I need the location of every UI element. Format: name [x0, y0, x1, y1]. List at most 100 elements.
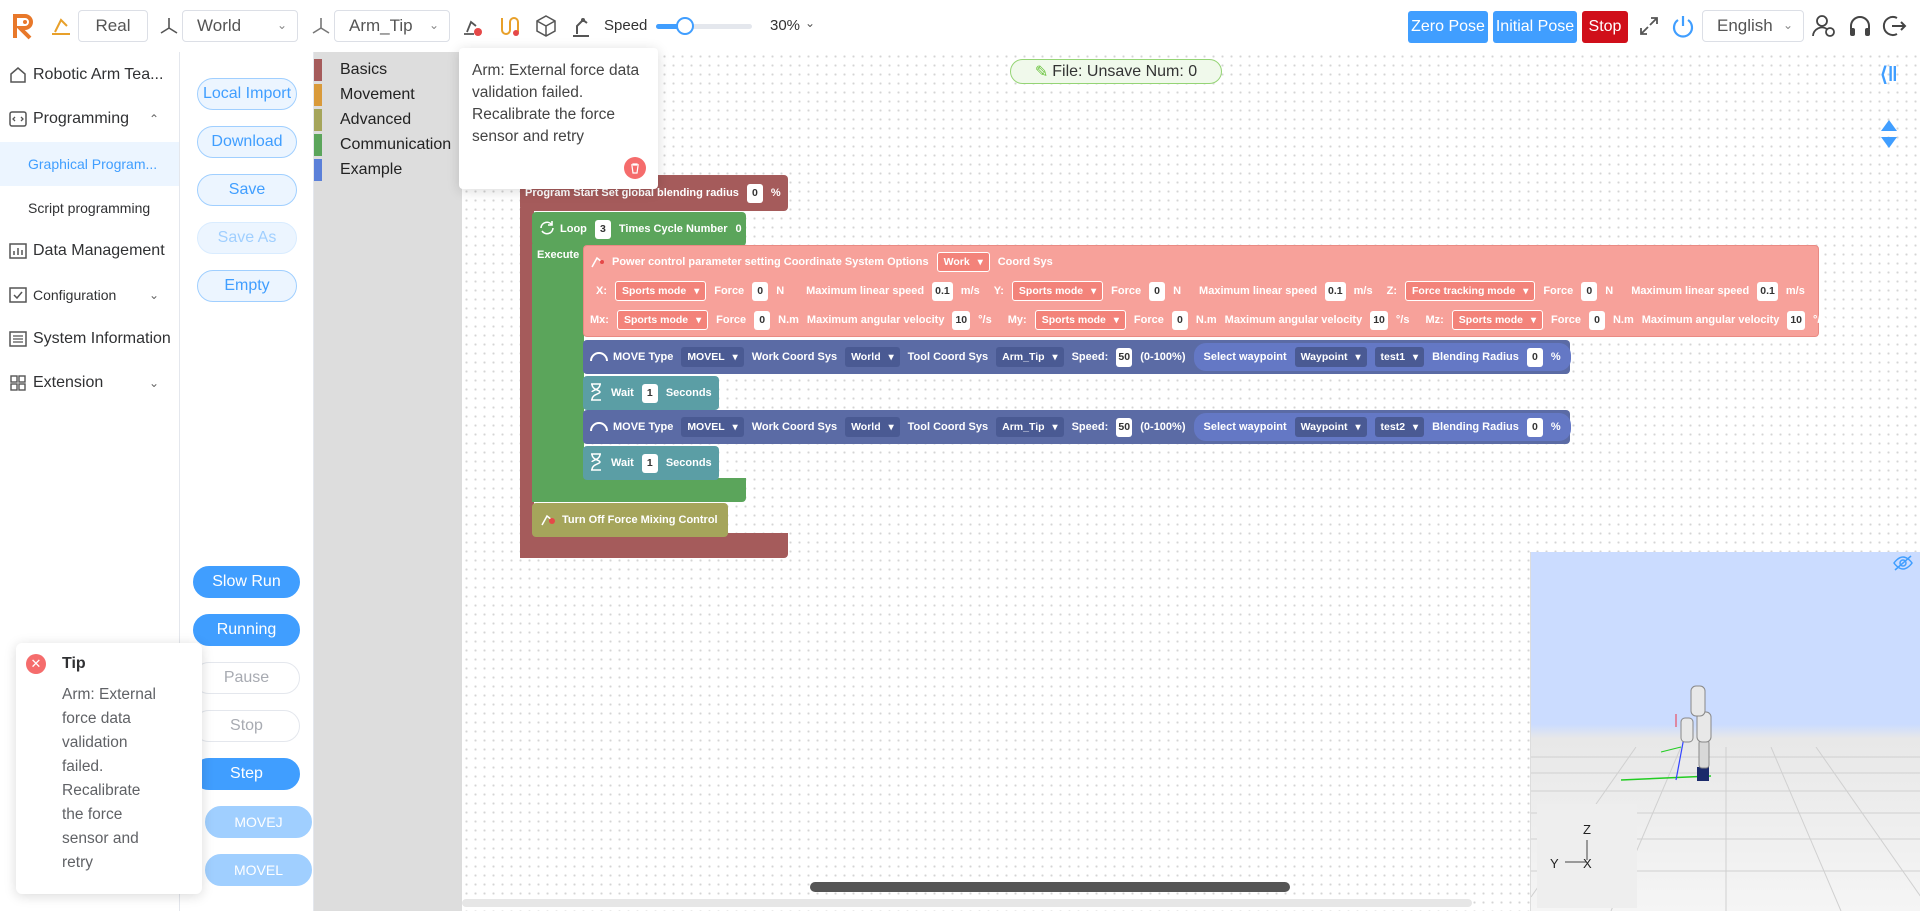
y-speed-field[interactable]: 0.1 — [1325, 281, 1346, 301]
work-coord-dropdown[interactable]: World — [845, 347, 900, 367]
mz-velocity-field[interactable]: 10 — [1787, 310, 1805, 330]
wait-seconds-field[interactable]: 1 — [641, 383, 658, 403]
step-button[interactable]: Step — [193, 758, 300, 790]
category-advanced[interactable]: Advanced — [314, 107, 462, 132]
loop-times-field[interactable]: 3 — [594, 219, 611, 239]
waypoint-type-dropdown[interactable]: Waypoint — [1294, 417, 1367, 437]
sidebar-item-home[interactable]: Robotic Arm Tea... — [0, 55, 179, 95]
empty-button[interactable]: Empty — [197, 270, 297, 302]
speed-field[interactable]: 50 — [1116, 417, 1133, 437]
force-control-block[interactable]: Power control parameter setting Coordina… — [583, 245, 1827, 337]
slow-run-button[interactable]: Slow Run — [193, 566, 300, 598]
z-mode-dropdown[interactable]: Force tracking mode — [1405, 281, 1536, 301]
blend-radius-field[interactable]: 0 — [1526, 417, 1543, 437]
sidebar-item-programming[interactable]: Programming ⌃ — [0, 99, 179, 139]
sidebar-item-extension[interactable]: Extension ⌄ — [0, 363, 179, 403]
local-import-button[interactable]: Local Import — [197, 78, 297, 110]
movel-button[interactable]: MOVEL — [205, 854, 312, 886]
z-force-field[interactable]: 0 — [1581, 281, 1598, 301]
collapse-panel-icon[interactable]: ⟨‖ — [1880, 62, 1898, 87]
movej-button[interactable]: MOVEJ — [205, 806, 312, 838]
blend-radius-field[interactable]: 0 — [1526, 347, 1543, 367]
z-speed-field[interactable]: 0.1 — [1757, 281, 1778, 301]
close-circle-icon[interactable]: ✕ — [26, 654, 46, 674]
force-label: Force — [1543, 285, 1574, 297]
logout-icon[interactable] — [1879, 11, 1909, 41]
chevron-down-icon[interactable]: ⌄ — [805, 16, 815, 30]
category-basics[interactable]: Basics — [314, 57, 462, 82]
headset-icon[interactable] — [1845, 11, 1875, 41]
coord-system-dropdown[interactable]: Work — [936, 252, 990, 272]
wait-block-2[interactable]: Wait 1 Seconds — [583, 446, 719, 480]
my-mode-dropdown[interactable]: Sports mode — [1034, 310, 1126, 330]
x-force-field[interactable]: 0 — [752, 281, 769, 301]
save-button[interactable]: Save — [197, 174, 297, 206]
loop-block[interactable]: Loop 3 Times Cycle Number 0 — [532, 212, 746, 246]
my-force-field[interactable]: 0 — [1171, 310, 1188, 330]
sort-arrows-icon[interactable] — [1880, 118, 1898, 155]
language-select[interactable]: English ⌄ — [1702, 10, 1804, 42]
blending-radius-field[interactable]: 0 — [746, 183, 763, 203]
category-communication[interactable]: Communication — [314, 132, 462, 157]
block-label: Power control parameter setting Coordina… — [612, 256, 929, 268]
coord-select-value: World — [197, 16, 242, 35]
work-coord-dropdown[interactable]: World — [845, 417, 900, 437]
mz-mode-dropdown[interactable]: Sports mode — [1451, 310, 1544, 330]
trash-icon[interactable] — [624, 157, 646, 179]
running-button[interactable]: Running — [193, 614, 300, 646]
speed-slider-handle[interactable] — [675, 17, 694, 35]
move-type-dropdown[interactable]: MOVEL — [681, 347, 744, 367]
mx-velocity-field[interactable]: 10 — [952, 310, 971, 330]
run-stop-button[interactable]: Stop — [193, 710, 300, 742]
horizontal-scrollbar-thumb[interactable] — [810, 882, 1290, 892]
sidebar-item-graphical[interactable]: Graphical Program... — [0, 142, 179, 186]
teach-pendant-icon[interactable] — [46, 11, 76, 41]
horizontal-scrollbar-track[interactable] — [462, 899, 1472, 907]
fullscreen-icon[interactable] — [1634, 11, 1664, 41]
my-velocity-field[interactable]: 10 — [1370, 310, 1388, 330]
wait-block-1[interactable]: Wait 1 Seconds — [583, 376, 719, 410]
mx-mode-dropdown[interactable]: Sports mode — [616, 310, 709, 330]
category-example[interactable]: Example — [314, 157, 462, 182]
x-mode-dropdown[interactable]: Sports mode — [615, 281, 707, 301]
wait-seconds-field[interactable]: 1 — [641, 453, 658, 473]
sidebar-item-system[interactable]: System Information — [0, 319, 179, 359]
mx-force-field[interactable]: 0 — [754, 310, 771, 330]
pause-button[interactable]: Pause — [193, 662, 300, 694]
zero-pose-button[interactable]: Zero Pose — [1408, 11, 1488, 43]
arm-disable-icon[interactable] — [457, 11, 487, 41]
waypoint-type-dropdown[interactable]: Waypoint — [1294, 347, 1367, 367]
waypoint-dropdown[interactable]: test1 — [1374, 347, 1425, 367]
robot-3d-viewer[interactable]: Z Y X — [1530, 552, 1920, 911]
cube-icon[interactable] — [531, 11, 561, 41]
tool-coord-dropdown[interactable]: Arm_Tip — [996, 417, 1064, 437]
save-as-button[interactable]: Save As — [197, 222, 297, 254]
speed-slider[interactable] — [656, 17, 752, 35]
move-block-1[interactable]: MOVE Type MOVEL Work Coord Sys World Too… — [583, 340, 1571, 374]
mz-force-field[interactable]: 0 — [1588, 310, 1605, 330]
move-block-2[interactable]: MOVE Type MOVEL Work Coord Sys World Too… — [583, 410, 1571, 444]
trajectory-icon[interactable] — [494, 11, 524, 41]
sidebar-item-configuration[interactable]: Configuration ⌄ — [0, 275, 179, 315]
initial-pose-button[interactable]: Initial Pose — [1493, 11, 1577, 43]
mode-select[interactable]: Real — [78, 10, 148, 42]
waypoint-dropdown[interactable]: test2 — [1374, 417, 1425, 437]
tool-coord-dropdown[interactable]: Arm_Tip — [996, 347, 1064, 367]
sidebar-item-script[interactable]: Script programming — [0, 186, 179, 230]
robot-arm-icon[interactable] — [566, 11, 596, 41]
power-icon[interactable] — [1668, 11, 1698, 41]
sidebar-item-data[interactable]: Data Management — [0, 231, 179, 271]
download-button[interactable]: Download — [197, 126, 297, 158]
y-mode-dropdown[interactable]: Sports mode — [1011, 281, 1104, 301]
category-movement[interactable]: Movement — [314, 82, 462, 107]
move-type-dropdown[interactable]: MOVEL — [681, 417, 744, 437]
coord-select[interactable]: World ⌄ — [182, 10, 298, 42]
user-settings-icon[interactable] — [1809, 11, 1839, 41]
hide-view-icon[interactable] — [1892, 554, 1914, 577]
y-force-field[interactable]: 0 — [1149, 281, 1166, 301]
turn-off-force-block[interactable]: Turn Off Force Mixing Control — [532, 503, 728, 537]
tool-select[interactable]: Arm_Tip ⌄ — [334, 10, 450, 42]
speed-field[interactable]: 50 — [1116, 347, 1133, 367]
x-speed-field[interactable]: 0.1 — [932, 281, 953, 301]
stop-button[interactable]: Stop — [1582, 11, 1628, 43]
